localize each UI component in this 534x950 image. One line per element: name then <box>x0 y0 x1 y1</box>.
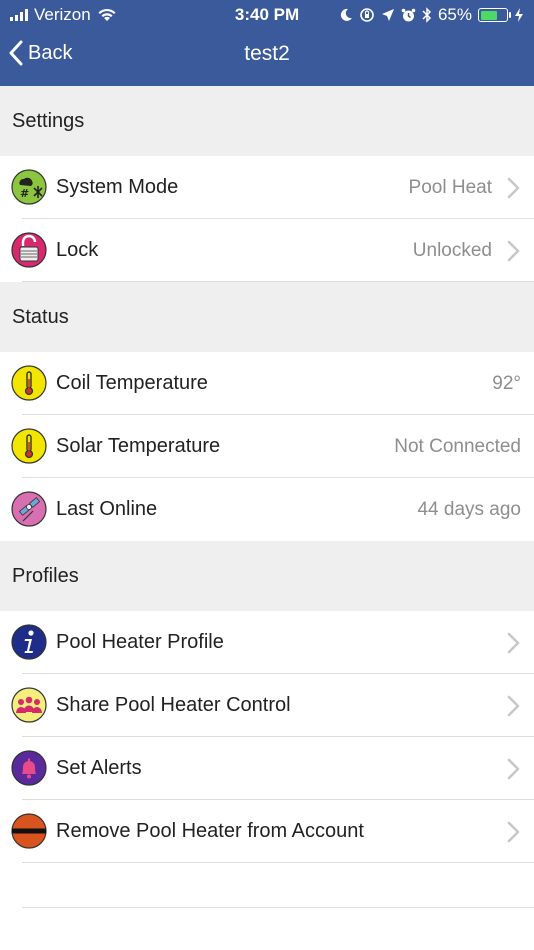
chevron-right-icon <box>507 177 520 199</box>
section-header-settings: Settings <box>0 86 534 156</box>
row-value: 44 days ago <box>417 498 521 520</box>
bluetooth-icon <box>422 7 432 23</box>
status-right: 65% <box>339 5 524 25</box>
row-label: Lock <box>56 239 99 261</box>
thermometer-icon <box>11 428 47 464</box>
location-icon <box>381 9 394 21</box>
row-system-mode[interactable]: # System Mode Pool Heat <box>0 156 534 219</box>
row-label: Remove Pool Heater from Account <box>56 820 364 842</box>
section-header-profiles: Profiles <box>0 541 534 611</box>
thermometer-icon <box>11 365 47 401</box>
top-bar: Verizon 3:40 PM 65% Back test2 <box>0 0 534 86</box>
row-lock[interactable]: Lock Unlocked <box>0 219 534 282</box>
row-label: Set Alerts <box>56 757 142 779</box>
row-label: Last Online <box>56 498 158 520</box>
row-solar-temperature: Solar Temperature Not Connected <box>0 415 534 478</box>
row-value: Pool Heat <box>408 176 492 198</box>
settings-list: Settings # System Mode Pool Heat Lock Un… <box>0 86 534 863</box>
system-mode-icon: # <box>11 169 47 205</box>
row-label: System Mode <box>56 176 179 198</box>
row-coil-temperature: Coil Temperature 92° <box>0 352 534 415</box>
orientation-lock-icon <box>360 8 374 22</box>
chevron-right-icon <box>507 632 520 654</box>
alarm-icon <box>401 8 416 21</box>
charging-icon <box>515 8 523 22</box>
row-label: Pool Heater Profile <box>56 631 224 653</box>
status-bar: Verizon 3:40 PM 65% <box>0 0 534 30</box>
svg-text:#: # <box>20 187 29 200</box>
moon-icon <box>340 8 352 21</box>
satellite-icon <box>11 491 47 527</box>
battery-percent: 65% <box>437 5 472 24</box>
row-set-alerts[interactable]: Set Alerts <box>0 737 534 800</box>
row-label: Share Pool Heater Control <box>56 694 291 716</box>
chevron-right-icon <box>507 821 520 843</box>
people-icon <box>11 687 47 723</box>
row-pool-heater-profile[interactable]: Pool Heater Profile <box>0 611 534 674</box>
row-share-control[interactable]: Share Pool Heater Control <box>0 674 534 737</box>
row-remove-heater[interactable]: Remove Pool Heater from Account <box>0 800 534 863</box>
chevron-right-icon <box>507 695 520 717</box>
info-icon <box>11 624 47 660</box>
row-label: Coil Temperature <box>56 372 208 394</box>
row-value: Unlocked <box>412 239 492 261</box>
row-last-online: Last Online 44 days ago <box>0 478 534 541</box>
bell-icon <box>11 750 47 786</box>
row-value: 92° <box>492 372 521 394</box>
remove-icon <box>11 813 47 849</box>
chevron-right-icon <box>507 240 520 262</box>
row-value: Not Connected <box>394 435 521 457</box>
row-label: Solar Temperature <box>56 435 221 457</box>
nav-bar: Back test2 <box>0 30 534 86</box>
section-header-status: Status <box>0 282 534 352</box>
divider <box>22 907 534 908</box>
battery-fill <box>480 10 497 20</box>
chevron-right-icon <box>507 758 520 780</box>
battery-icon <box>478 8 511 22</box>
page-title: test2 <box>244 42 290 65</box>
lock-icon <box>11 232 47 268</box>
